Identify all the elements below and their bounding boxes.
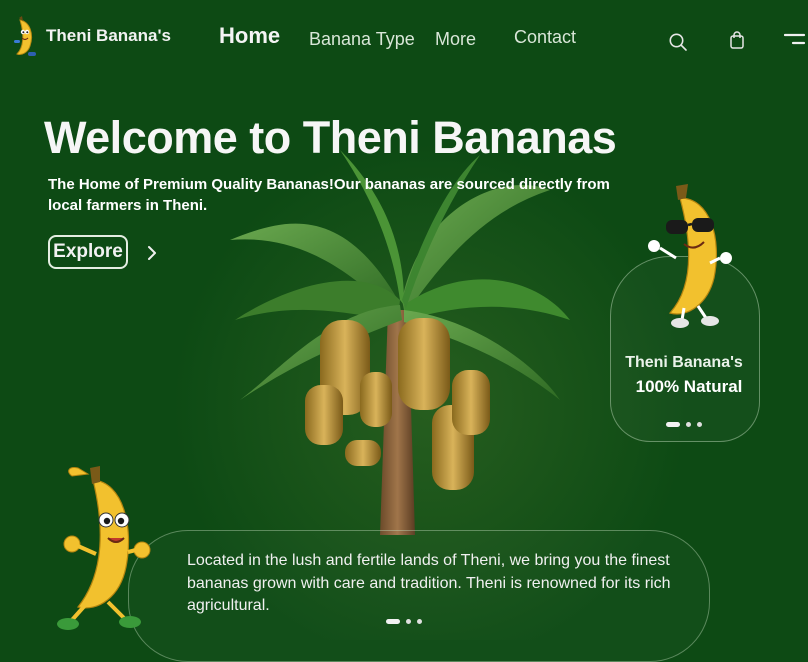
pagination-dot[interactable] [686, 422, 691, 427]
shopping-bag-icon[interactable] [728, 30, 746, 50]
nav-item-contact[interactable]: Contact [514, 27, 576, 48]
explore-button[interactable]: Explore [48, 235, 128, 269]
side-card-pagination [666, 422, 702, 427]
hero-title: Welcome to Theni Bananas [44, 112, 617, 163]
cool-banana-mascot-icon [648, 184, 732, 328]
nav-item-banana-type[interactable]: Banana Type [309, 29, 415, 50]
pagination-dot[interactable] [406, 619, 411, 624]
side-card-tagline: 100% Natural [635, 377, 743, 396]
menu-icon[interactable] [784, 32, 806, 48]
nav-item-more[interactable]: More [435, 29, 476, 50]
hero-subtitle: The Home of Premium Quality Bananas!Our … [48, 176, 610, 214]
chevron-right-icon[interactable] [146, 244, 158, 262]
search-icon[interactable] [668, 32, 688, 52]
about-pagination [386, 619, 422, 624]
pagination-dot[interactable] [417, 619, 422, 624]
pagination-dot[interactable] [666, 422, 680, 427]
pagination-dot[interactable] [697, 422, 702, 427]
side-card-title: Theni Banana's [625, 354, 743, 371]
running-banana-mascot-icon [57, 466, 151, 630]
pagination-dot[interactable] [386, 619, 400, 624]
nav-item-home[interactable]: Home [219, 23, 280, 49]
about-text: Located in the lush and fertile lands of… [187, 552, 671, 614]
